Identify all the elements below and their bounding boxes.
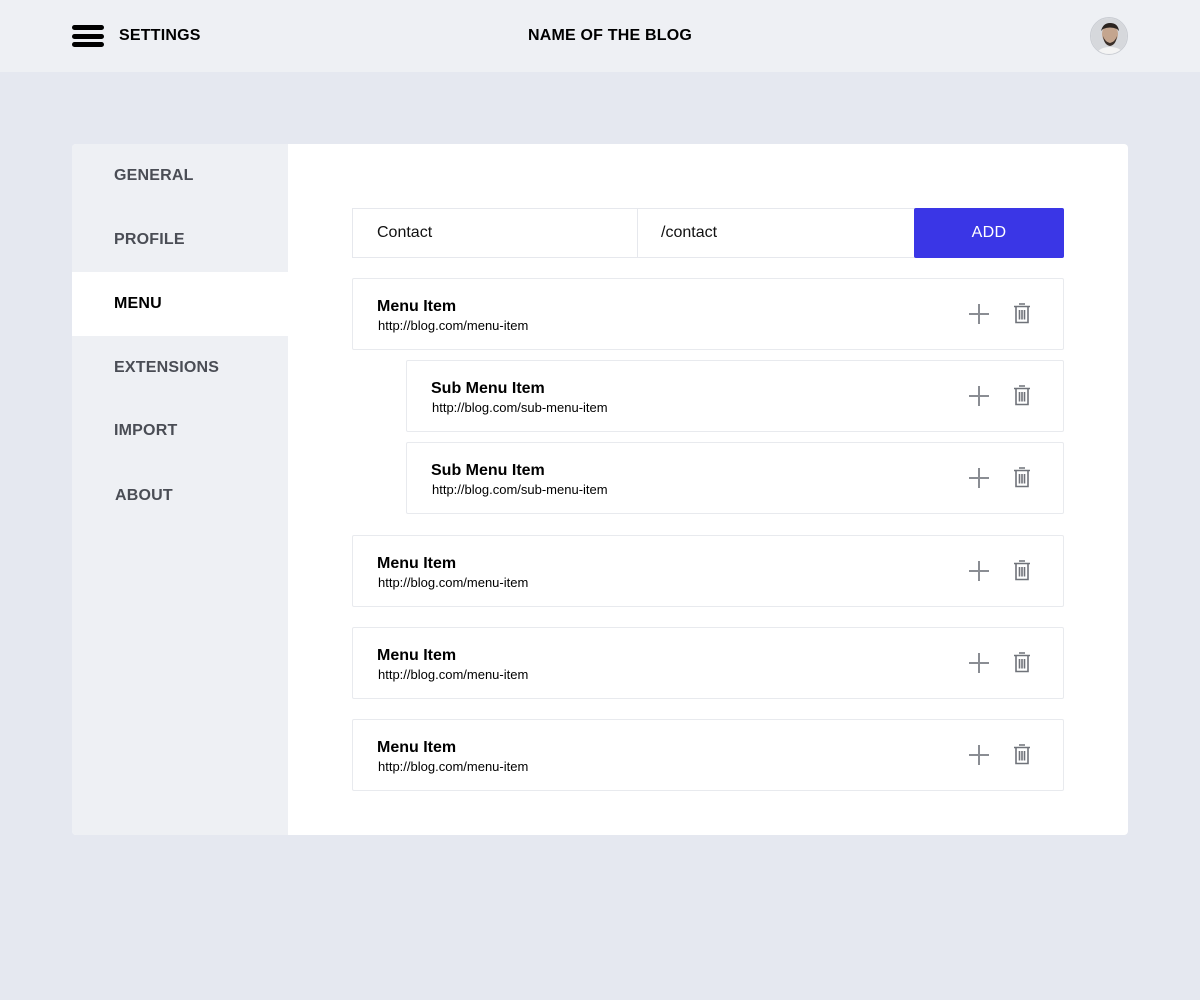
trash-icon[interactable] xyxy=(1013,743,1031,765)
menu-url-input[interactable] xyxy=(637,208,915,258)
menu-item-title: Menu Item xyxy=(377,555,457,572)
blog-title: NAME OF THE BLOG xyxy=(527,27,693,44)
menu-item-url: http://blog.com/menu-item xyxy=(378,667,529,682)
menu-item-title: Menu Item xyxy=(377,647,457,664)
avatar[interactable] xyxy=(1090,17,1128,55)
sidebar-item-profile[interactable]: PROFILE xyxy=(72,208,288,272)
top-bar: SETTINGS NAME OF THE BLOG xyxy=(0,0,1200,72)
sidebar-item-menu[interactable]: MENU xyxy=(72,272,288,336)
add-menu-item-form: ADD xyxy=(352,208,1064,258)
sidebar-item-about[interactable]: ABOUT xyxy=(72,464,288,528)
plus-icon[interactable] xyxy=(968,303,990,325)
trash-icon[interactable] xyxy=(1013,651,1031,673)
sub-menu-item-row: Sub Menu Item http://blog.com/sub-menu-i… xyxy=(406,442,1064,514)
sub-menu-item-url: http://blog.com/sub-menu-item xyxy=(432,482,608,497)
menu-item-url: http://blog.com/menu-item xyxy=(378,575,529,590)
plus-icon[interactable] xyxy=(968,560,990,582)
sub-menu-item-row: Sub Menu Item http://blog.com/sub-menu-i… xyxy=(406,360,1064,432)
menu-item-row: Menu Item http://blog.com/menu-item xyxy=(352,719,1064,791)
add-button[interactable]: ADD xyxy=(914,208,1064,258)
menu-item-url: http://blog.com/menu-item xyxy=(378,318,529,333)
menu-name-input[interactable] xyxy=(352,208,638,258)
plus-icon[interactable] xyxy=(968,467,990,489)
trash-icon[interactable] xyxy=(1013,466,1031,488)
menu-item-title: Menu Item xyxy=(377,298,457,315)
sub-menu-item-title: Sub Menu Item xyxy=(431,380,545,397)
sub-menu-item-title: Sub Menu Item xyxy=(431,462,545,479)
avatar-image xyxy=(1091,18,1127,54)
plus-icon[interactable] xyxy=(968,652,990,674)
menu-item-row: Menu Item http://blog.com/menu-item xyxy=(352,535,1064,607)
menu-item-row: Menu Item http://blog.com/menu-item xyxy=(352,627,1064,699)
sidebar-item-general[interactable]: GENERAL xyxy=(72,144,288,208)
trash-icon[interactable] xyxy=(1013,559,1031,581)
trash-icon[interactable] xyxy=(1013,384,1031,406)
menu-item-title: Menu Item xyxy=(377,739,457,756)
trash-icon[interactable] xyxy=(1013,302,1031,324)
menu-item-row: Menu Item http://blog.com/menu-item xyxy=(352,278,1064,350)
sidebar-item-extensions[interactable]: EXTENSIONS xyxy=(72,336,288,400)
sub-menu-item-url: http://blog.com/sub-menu-item xyxy=(432,400,608,415)
sidebar-item-import[interactable]: IMPORT xyxy=(72,399,288,463)
settings-card: GENERAL PROFILE MENU EXTENSIONS IMPORT A… xyxy=(72,144,1128,835)
plus-icon[interactable] xyxy=(968,385,990,407)
plus-icon[interactable] xyxy=(968,744,990,766)
sidebar-nav: GENERAL PROFILE MENU EXTENSIONS IMPORT A… xyxy=(72,144,288,835)
menu-item-url: http://blog.com/menu-item xyxy=(378,759,529,774)
